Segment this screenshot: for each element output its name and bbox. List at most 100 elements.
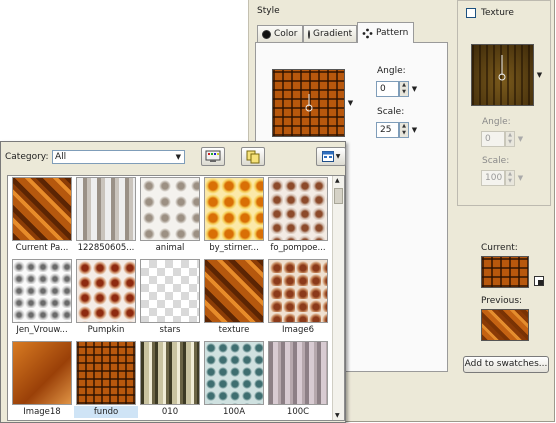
tab-gradient-label: Gradient — [313, 29, 353, 39]
pattern-caption: Jen_Vrouw... — [16, 325, 68, 335]
pattern-caption: Pumpkin — [87, 325, 125, 335]
pattern-item[interactable]: Image6 — [266, 259, 330, 336]
pattern-item[interactable]: 100C — [266, 341, 330, 418]
scale-dropdown-arrow-icon[interactable]: ▼ — [410, 122, 419, 138]
category-select[interactable]: All ▼ — [52, 150, 185, 164]
texture-scale-input[interactable]: 100 — [481, 170, 505, 186]
tab-gradient[interactable]: Gradient — [303, 25, 357, 42]
pattern-caption: texture — [218, 325, 250, 335]
pattern-thumbnail[interactable] — [140, 259, 200, 323]
pattern-item[interactable]: 100A — [202, 341, 266, 418]
spin-up-icon[interactable]: ▲ — [400, 123, 408, 130]
pattern-thumbnail[interactable] — [12, 341, 72, 405]
texture-preview-swatch[interactable] — [471, 44, 534, 106]
texture-angle-input[interactable]: 0 — [481, 131, 505, 147]
copy-icon — [246, 150, 260, 163]
spin-up-icon[interactable]: ▲ — [506, 171, 514, 178]
pattern-dropdown-arrow-icon[interactable]: ▼ — [346, 95, 355, 111]
swap-icon[interactable] — [534, 276, 544, 286]
pattern-thumbnail[interactable] — [76, 341, 136, 405]
previous-label: Previous: — [481, 296, 523, 306]
texture-angle-spinner[interactable]: ▲ ▼ — [505, 131, 515, 147]
pattern-thumbnail[interactable] — [204, 259, 264, 323]
pattern-item[interactable]: 122850605... — [74, 177, 138, 254]
tab-pattern-label: Pattern — [376, 28, 409, 38]
angle-spinner[interactable]: ▲ ▼ — [399, 81, 409, 97]
pattern-thumbnail[interactable] — [76, 177, 136, 241]
texture-angle-label: Angle: — [482, 117, 511, 127]
pattern-thumbnail[interactable] — [204, 177, 264, 241]
pattern-preview-swatch[interactable] — [272, 69, 345, 137]
current-swatch[interactable] — [481, 256, 529, 288]
angle-label: Angle: — [377, 66, 406, 76]
spin-down-icon[interactable]: ▼ — [400, 89, 408, 96]
add-to-swatches-button[interactable]: Add to swatches... — [463, 356, 549, 373]
texture-label: Texture — [481, 8, 514, 18]
pattern-item[interactable]: animal — [138, 177, 202, 254]
tab-color-label: Color — [274, 29, 298, 39]
view-options-button[interactable]: ▼ — [316, 147, 346, 166]
texture-scale-label: Scale: — [482, 156, 510, 166]
scroll-down-icon[interactable]: ▼ — [335, 412, 340, 419]
spin-up-icon[interactable]: ▲ — [506, 132, 514, 139]
pattern-caption: 010 — [161, 407, 179, 417]
resource-manager-icon — [205, 150, 221, 162]
scroll-up-icon[interactable]: ▲ — [335, 177, 340, 184]
pattern-thumbnail[interactable] — [12, 259, 72, 323]
texture-group: Texture ▼ Angle: 0 ▲ ▼ ▼ Scale: 100 ▲ ▼ ▼ — [457, 0, 551, 206]
pattern-caption: animal — [155, 243, 185, 253]
pattern-thumbnail[interactable] — [140, 177, 200, 241]
gradient-disc-icon — [308, 29, 310, 39]
tab-pattern[interactable]: Pattern — [357, 22, 414, 43]
pattern-caption: by_stirner... — [209, 243, 259, 253]
pattern-item[interactable]: Pumpkin — [74, 259, 138, 336]
pattern-item[interactable]: texture — [202, 259, 266, 336]
angle-dropdown-arrow-icon[interactable]: ▼ — [410, 81, 419, 97]
spin-up-icon[interactable]: ▲ — [400, 82, 408, 89]
tab-color[interactable]: Color — [257, 25, 303, 42]
pattern-thumbnail[interactable] — [204, 341, 264, 405]
pattern-item[interactable]: Current Pa... — [10, 177, 74, 254]
pattern-picker-popup: Category: All ▼ ▼ Current Pa... 122850605… — [0, 141, 346, 423]
pattern-item[interactable]: stars — [138, 259, 202, 336]
vertical-scrollbar[interactable]: ▲ ▼ — [332, 176, 344, 420]
texture-dropdown-arrow-icon[interactable]: ▼ — [535, 67, 544, 83]
chevron-down-icon: ▼ — [175, 153, 181, 161]
scale-spinner[interactable]: ▲ ▼ — [399, 122, 409, 138]
pattern-caption: fundo — [74, 406, 138, 418]
category-value: All — [55, 152, 67, 162]
scale-label: Scale: — [377, 107, 405, 117]
pattern-item[interactable]: fundo — [74, 341, 138, 418]
view-grid-icon — [321, 151, 334, 162]
texture-scale-spinner[interactable]: ▲ ▼ — [505, 170, 515, 186]
texture-scale-dropdown-arrow-icon[interactable]: ▼ — [516, 170, 525, 186]
spin-down-icon[interactable]: ▼ — [506, 178, 514, 185]
spin-down-icon[interactable]: ▼ — [506, 139, 514, 146]
pattern-item[interactable]: fo_pompoe... — [266, 177, 330, 254]
pattern-item[interactable]: 010 — [138, 341, 202, 418]
pattern-thumbnail[interactable] — [140, 341, 200, 405]
texture-toggle[interactable]: Texture — [466, 8, 514, 18]
pattern-caption: fo_pompoe... — [270, 243, 326, 253]
resource-manager-button[interactable] — [201, 147, 225, 166]
pattern-thumbnail[interactable] — [268, 177, 328, 241]
texture-checkbox[interactable] — [466, 8, 476, 18]
angle-input[interactable]: 0 — [376, 81, 399, 97]
pattern-caption: Image18 — [23, 407, 61, 417]
previous-swatch[interactable] — [481, 309, 529, 341]
texture-angle-dropdown-arrow-icon[interactable]: ▼ — [516, 131, 525, 147]
pattern-item[interactable]: by_stirner... — [202, 177, 266, 254]
pattern-thumbnail[interactable] — [76, 259, 136, 323]
pattern-item[interactable]: Jen_Vrouw... — [10, 259, 74, 336]
pattern-caption: Image6 — [281, 325, 315, 335]
scrollbar-thumb[interactable] — [334, 188, 343, 204]
scale-input[interactable]: 25 — [376, 122, 399, 138]
copy-button[interactable] — [241, 147, 265, 166]
pattern-thumbnail[interactable] — [268, 341, 328, 405]
pattern-item[interactable]: Image18 — [10, 341, 74, 418]
spin-down-icon[interactable]: ▼ — [400, 130, 408, 137]
pattern-thumbnail[interactable] — [268, 259, 328, 323]
pattern-thumbnail[interactable] — [12, 177, 72, 241]
pattern-caption: 122850605... — [77, 243, 135, 253]
color-disc-icon — [262, 29, 271, 39]
